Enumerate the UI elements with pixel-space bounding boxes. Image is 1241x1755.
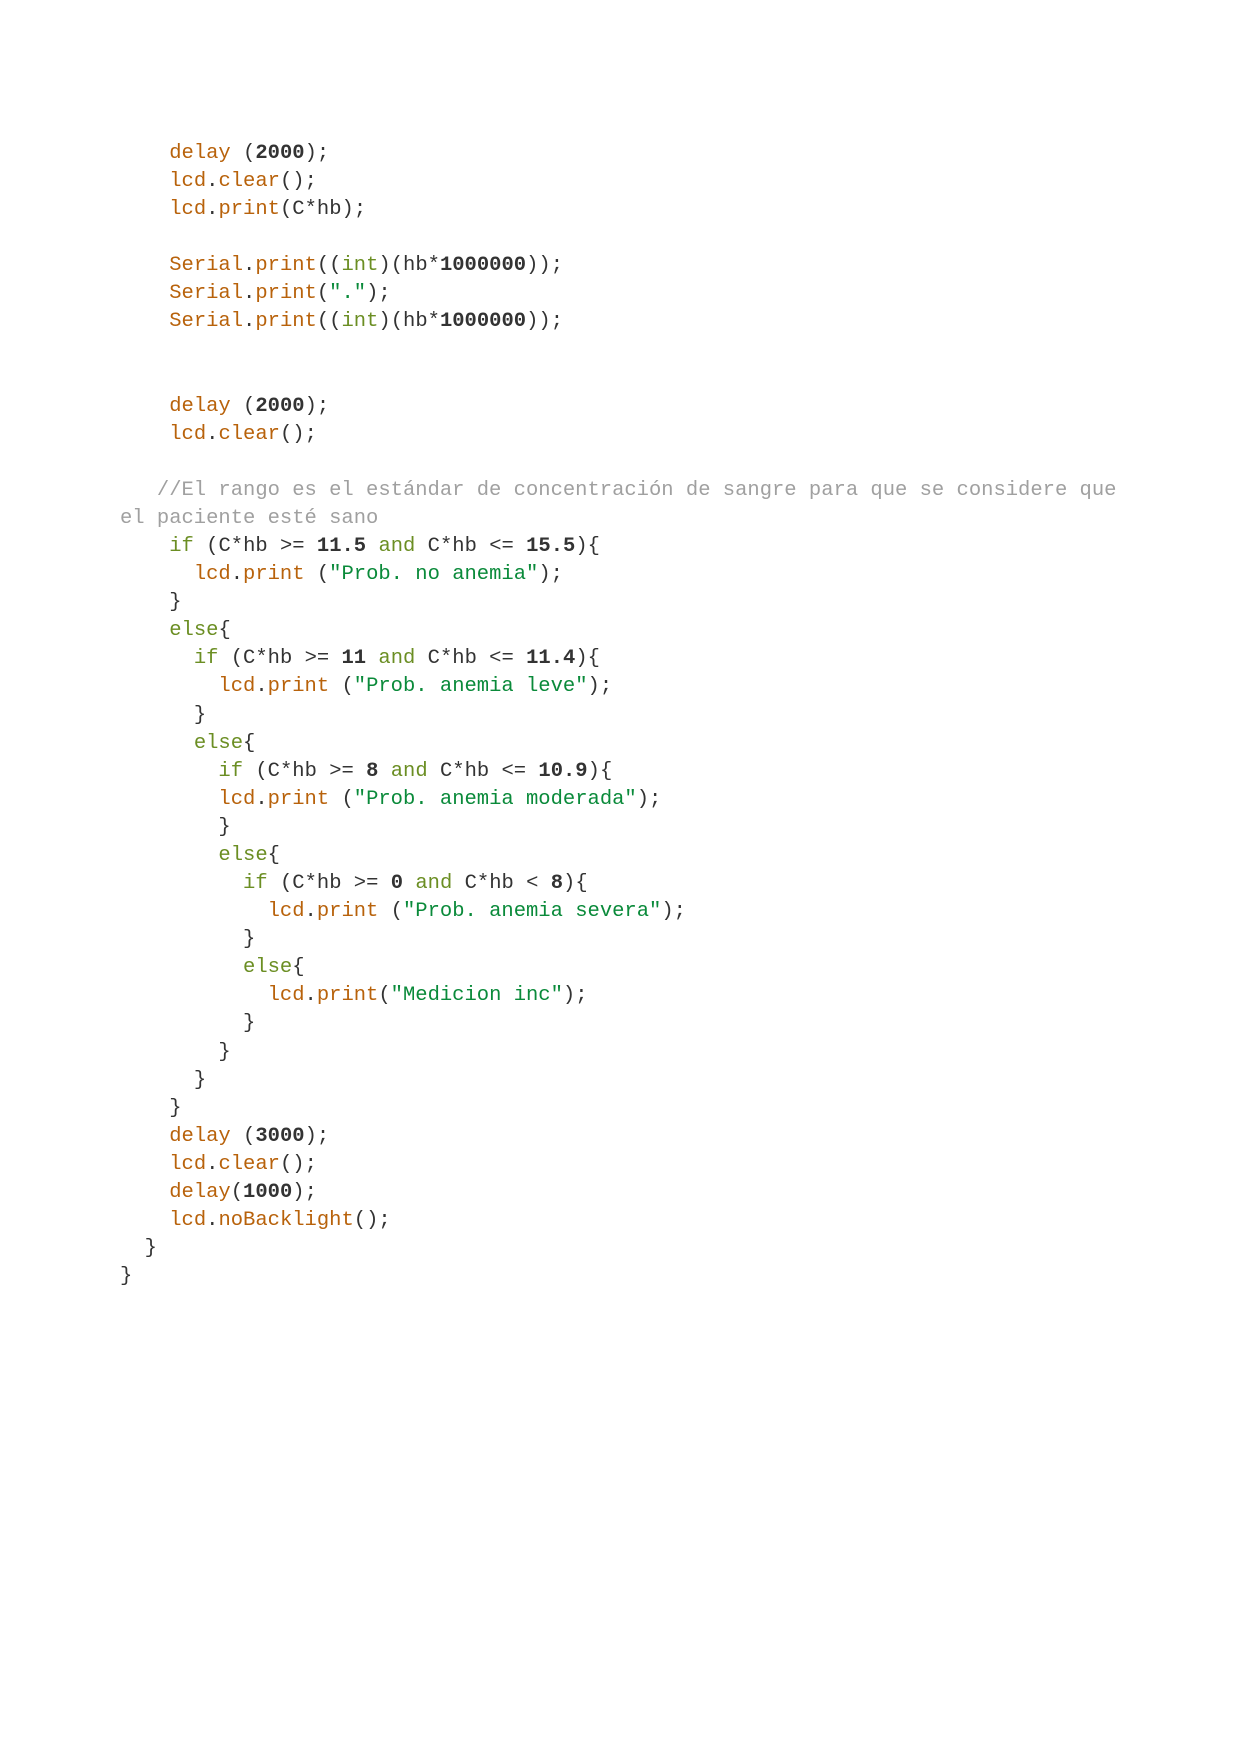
code-line: //El rango es el estándar de concentraci…: [120, 479, 1129, 530]
code-line: lcd.print ("Prob. no anemia");: [120, 563, 563, 586]
code-line: }: [120, 1041, 231, 1064]
code-line: lcd.clear();: [120, 1153, 317, 1176]
code-line: delay (3000);: [120, 1125, 329, 1148]
code-line: else{: [120, 844, 280, 867]
code-line: else{: [120, 732, 255, 755]
code-line: if (C*hb >= 8 and C*hb <= 10.9){: [120, 760, 612, 783]
delay-call: delay: [169, 142, 231, 165]
code-line: }: [120, 704, 206, 727]
code-line: }: [120, 591, 182, 614]
blank-line: [120, 226, 132, 249]
code-line: delay(1000);: [120, 1181, 317, 1204]
code-line: delay (2000);: [120, 395, 329, 418]
code-line: lcd.print ("Prob. anemia severa");: [120, 900, 686, 923]
code-line: if (C*hb >= 11 and C*hb <= 11.4){: [120, 647, 600, 670]
code-line: lcd.print ("Prob. anemia moderada");: [120, 788, 661, 811]
code-line: else{: [120, 956, 305, 979]
code-line: Serial.print((int)(hb*1000000));: [120, 310, 563, 333]
blank-line: [120, 451, 132, 474]
blank-line: [120, 367, 132, 390]
code-line: if (C*hb >= 11.5 and C*hb <= 15.5){: [120, 535, 600, 558]
code-line: lcd.print("Medicion inc");: [120, 984, 588, 1007]
code-line: lcd.print ("Prob. anemia leve");: [120, 675, 612, 698]
code-line: if (C*hb >= 0 and C*hb < 8){: [120, 872, 588, 895]
code-line: delay (2000);: [120, 142, 329, 165]
comment-line: //El rango es el estándar de concentraci…: [120, 479, 1129, 530]
code-line: lcd.print(C*hb);: [120, 198, 366, 221]
code-line: Serial.print((int)(hb*1000000));: [120, 254, 563, 277]
document-page: delay (2000); lcd.clear(); lcd.print(C*h…: [0, 0, 1241, 1755]
code-line: else{: [120, 619, 231, 642]
code-line: }: [120, 1097, 182, 1120]
code-block: delay (2000); lcd.clear(); lcd.print(C*h…: [120, 140, 1121, 1291]
code-line: lcd.clear();: [120, 170, 317, 193]
code-line: }: [120, 1012, 255, 1035]
code-line: }: [120, 1265, 132, 1288]
code-line: }: [120, 1069, 206, 1092]
code-line: }: [120, 816, 231, 839]
code-line: Serial.print(".");: [120, 282, 391, 305]
code-line: }: [120, 928, 255, 951]
code-line: }: [120, 1237, 157, 1260]
code-line: lcd.noBacklight();: [120, 1209, 391, 1232]
code-line: lcd.clear();: [120, 423, 317, 446]
blank-line: [120, 339, 132, 362]
